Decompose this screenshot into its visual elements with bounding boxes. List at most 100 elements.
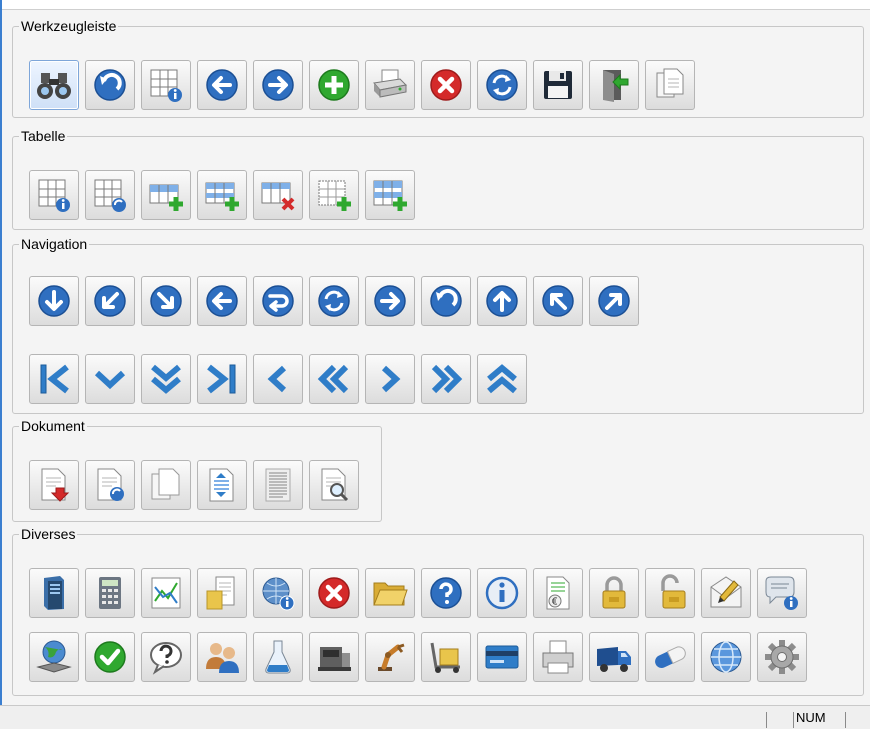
arrow-up-left-circle-icon [542,285,574,317]
arrow-right-circle-icon [374,285,406,317]
calculator-button[interactable] [85,568,135,618]
arrow-down-right-circle-icon [150,285,182,317]
nav-down-button[interactable] [29,276,79,326]
ok-button[interactable] [85,632,135,682]
last-record-down-button[interactable] [141,354,191,404]
robot-arm-button[interactable] [365,632,415,682]
nav-refresh-button[interactable] [309,276,359,326]
print-button[interactable] [365,60,415,110]
error-button[interactable] [309,568,359,618]
table-info-button[interactable] [29,170,79,220]
close-circle-icon [318,577,350,609]
back-button[interactable] [197,60,247,110]
nav-up-right-button[interactable] [589,276,639,326]
double-chevron-up-icon [487,364,517,394]
question-button[interactable] [141,632,191,682]
floppy-disk-icon [544,71,572,99]
help-button[interactable] [421,568,471,618]
cancel-button[interactable] [421,60,471,110]
chevron-left-icon [267,365,287,393]
previous-button[interactable] [253,354,303,404]
document-refresh-button[interactable] [85,460,135,510]
mail-edit-button[interactable] [701,568,751,618]
nav-right-button[interactable] [365,276,415,326]
document-resize-icon [209,468,234,502]
capsule-icon [655,646,686,668]
append-row-button[interactable] [365,170,415,220]
exit-button[interactable] [589,60,639,110]
document-currency-icon [546,576,570,610]
settings-button[interactable] [757,632,807,682]
info-button[interactable] [477,568,527,618]
receipt-printer-button[interactable] [533,632,583,682]
top-edge [0,0,870,10]
nav-down-left-button[interactable] [85,276,135,326]
group-title: Diverses [21,526,76,542]
server-button[interactable] [29,568,79,618]
next-page-button[interactable] [421,354,471,404]
chart-button[interactable] [141,568,191,618]
globe-network-icon [36,640,72,673]
nav-return-button[interactable] [253,276,303,326]
delivery-button[interactable] [421,632,471,682]
machine-button[interactable] [309,632,359,682]
globe-info-button[interactable] [253,568,303,618]
next-button[interactable] [365,354,415,404]
add-button[interactable] [309,60,359,110]
users-button[interactable] [197,632,247,682]
undo-button[interactable] [85,60,135,110]
previous-page-button[interactable] [309,354,359,404]
document-text-icon [265,468,291,502]
web-button[interactable] [701,632,751,682]
message-info-button[interactable] [757,568,807,618]
document-copy-button[interactable] [141,460,191,510]
table-refresh-button[interactable] [85,170,135,220]
unlock-button[interactable] [645,568,695,618]
add-row-button[interactable] [141,170,191,220]
price-list-button[interactable] [533,568,583,618]
insert-row-button[interactable] [197,170,247,220]
nav-undo-button[interactable] [421,276,471,326]
refresh-button[interactable] [477,60,527,110]
arrow-right-circle-icon [262,69,294,101]
truck-button[interactable] [589,632,639,682]
document-refresh-icon [97,468,124,501]
document-text-button[interactable] [253,460,303,510]
envelope-pencil-icon [710,576,742,608]
last-record-button[interactable] [197,354,247,404]
group-title: Tabelle [21,128,66,144]
forward-button[interactable] [253,60,303,110]
payment-button[interactable] [477,632,527,682]
check-circle-icon [94,641,126,673]
lab-button[interactable] [253,632,303,682]
server-icon [44,576,64,610]
save-button[interactable] [533,60,583,110]
document-preview-button[interactable] [309,460,359,510]
nav-up-button[interactable] [477,276,527,326]
delete-row-button[interactable] [253,170,303,220]
nav-down-right-button[interactable] [141,276,191,326]
table-info-button[interactable] [141,60,191,110]
table-info-icon [150,69,182,102]
network-button[interactable] [29,632,79,682]
invoice-button[interactable] [197,568,247,618]
add-column-button[interactable] [309,170,359,220]
first-record-up-button[interactable] [477,354,527,404]
open-folder-button[interactable] [365,568,415,618]
documents-icon [151,468,180,500]
document-fit-button[interactable] [197,460,247,510]
table-delete-row-icon [261,182,295,211]
lock-button[interactable] [589,568,639,618]
document-download-button[interactable] [29,460,79,510]
down-button[interactable] [85,354,135,404]
nav-left-button[interactable] [197,276,247,326]
group-werkzeugleiste: Werkzeugleiste [12,18,864,118]
hand-truck-box-icon [430,642,460,673]
binoculars-button[interactable] [29,60,79,110]
capsule-button[interactable] [645,632,695,682]
folder-open-icon [373,582,408,606]
copy-document-button[interactable] [645,60,695,110]
first-record-button[interactable] [29,354,79,404]
users-icon [206,643,239,673]
nav-up-left-button[interactable] [533,276,583,326]
